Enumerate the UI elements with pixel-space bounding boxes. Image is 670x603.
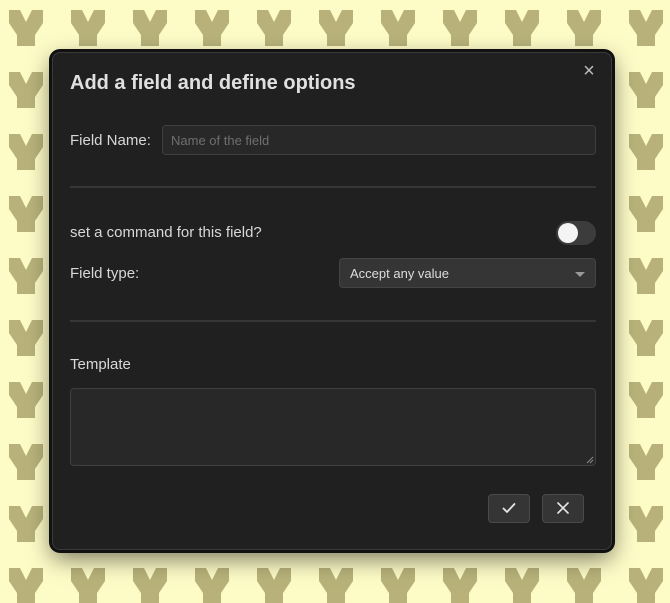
dialog-title: Add a field and define options bbox=[70, 72, 356, 94]
divider bbox=[70, 320, 596, 322]
field-type-label: Field type: bbox=[70, 265, 140, 282]
chevron-down-icon bbox=[575, 272, 585, 277]
resize-grip-icon[interactable] bbox=[586, 456, 594, 464]
template-textarea[interactable] bbox=[70, 388, 596, 466]
confirm-button[interactable] bbox=[488, 494, 530, 523]
divider bbox=[70, 186, 596, 188]
command-toggle-label: set a command for this field? bbox=[70, 224, 262, 241]
close-icon bbox=[557, 502, 569, 514]
field-name-input[interactable] bbox=[162, 125, 596, 155]
toggle-knob bbox=[558, 223, 578, 243]
field-type-select[interactable]: Accept any value bbox=[339, 258, 596, 288]
cancel-button[interactable] bbox=[542, 494, 584, 523]
field-type-selected-value: Accept any value bbox=[350, 266, 450, 281]
checkmark-icon bbox=[502, 503, 516, 513]
template-label: Template bbox=[70, 356, 131, 373]
add-field-dialog: Add a field and define options × Field N… bbox=[52, 52, 612, 550]
command-toggle[interactable] bbox=[556, 221, 596, 245]
close-icon[interactable]: × bbox=[579, 61, 599, 81]
field-name-label: Field Name: bbox=[70, 132, 151, 149]
